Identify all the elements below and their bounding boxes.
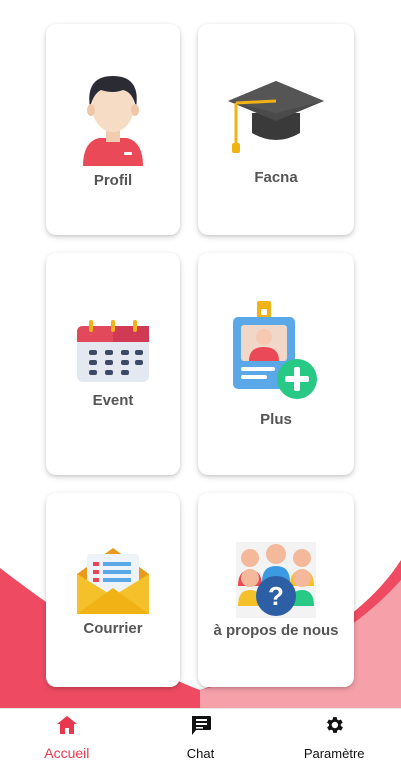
home-icon <box>56 715 78 740</box>
tile-label: Courrier <box>83 619 143 637</box>
nav-label: Chat <box>186 746 215 761</box>
nav-label: Paramètre <box>303 746 365 761</box>
nav-item-accueil[interactable]: Accueil <box>0 709 134 766</box>
tile-label: Facna <box>254 169 298 186</box>
nav-label: Accueil <box>44 744 90 761</box>
profil-tile[interactable]: Profil <box>46 24 180 235</box>
graduation-cap-icon <box>226 73 326 155</box>
about-us-tile[interactable]: ? à propos de nous <box>198 493 354 687</box>
tile-label: Event <box>92 391 134 409</box>
menu-grid: Profil Facna Event Plus Courrier ? à pro… <box>0 0 401 708</box>
tile-label: à propos de nous <box>213 621 339 639</box>
tile-label: Plus <box>260 410 292 428</box>
plus-tile[interactable]: Plus <box>198 253 354 475</box>
chat-icon <box>190 714 212 741</box>
group-question-icon: ? <box>236 541 316 618</box>
calendar-icon <box>75 319 151 384</box>
gear-icon <box>323 714 345 741</box>
svg-text:?: ? <box>268 581 284 611</box>
courrier-tile[interactable]: Courrier <box>46 493 180 687</box>
tile-label: Profil <box>93 172 133 189</box>
profile-avatar-icon <box>77 70 149 166</box>
nav-item-chat[interactable]: Chat <box>134 709 268 766</box>
nav-item-parametre[interactable]: Paramètre <box>267 709 401 766</box>
mail-envelope-icon <box>75 544 151 616</box>
id-badge-add-icon <box>231 300 321 401</box>
facna-tile[interactable]: Facna <box>198 24 354 235</box>
bottom-nav: Accueil Chat Paramètre <box>0 708 401 766</box>
event-tile[interactable]: Event <box>46 253 180 475</box>
